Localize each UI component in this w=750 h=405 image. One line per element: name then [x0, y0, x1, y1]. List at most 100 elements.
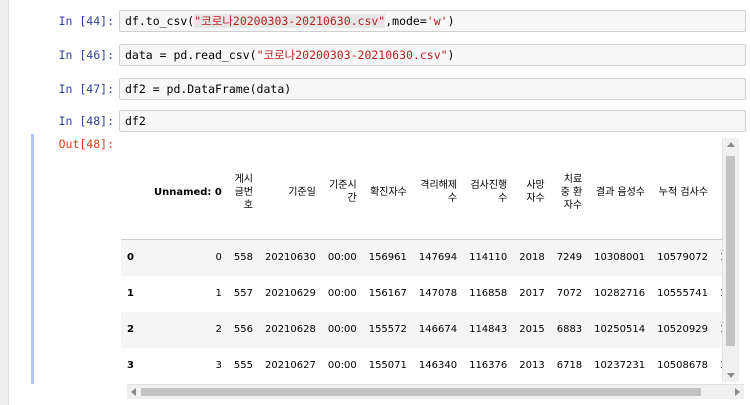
code-text: df.to_csv( [125, 14, 195, 28]
table-cell: 10237231 [594, 360, 646, 371]
table-cell: 146340 [418, 360, 458, 371]
horizontal-scrollbar[interactable] [127, 384, 744, 399]
notebook: In [44]: df.to_csv("코로나20200303-20210630… [8, 0, 750, 405]
table-cell: 00:00 [327, 252, 357, 264]
table-cell: 558 [233, 252, 253, 264]
table-cell: 2 [215, 324, 222, 335]
table-cell: 2015 [519, 324, 545, 335]
table-cell: 6883 [556, 324, 583, 335]
table-body: 0 0 558 20210630 00:00 156961 147694 114110 2018… [121, 239, 737, 384]
input-prompt: In [48]: [58, 114, 114, 128]
table-cell: 146674 [418, 324, 458, 335]
column-header: 결과 음성수 [595, 186, 646, 198]
column-header: 기준일 [288, 186, 316, 198]
column-header: 기준시간 [329, 180, 357, 204]
index-header [121, 145, 148, 240]
code-cell-47[interactable]: In [47]: df2 = pd.DataFrame(data) [9, 78, 750, 102]
column-header: 확진자수 [370, 186, 407, 198]
scroll-left-icon[interactable] [131, 388, 136, 396]
horizontal-scroll-thumb[interactable] [141, 388, 701, 396]
table-cell: 556 [233, 324, 253, 335]
column-header: 검사진행수 [470, 180, 508, 204]
table-cell: 7072 [556, 288, 583, 299]
code-text: data = pd.read_csv( [125, 48, 257, 62]
scroll-up-icon[interactable] [727, 142, 735, 147]
code-text: ) [447, 14, 455, 28]
output-prompt: Out[48]: [58, 137, 114, 151]
column-header: 격리해제 수 [420, 180, 458, 204]
code-text: df2 = pd.DataFrame(data) [125, 82, 292, 96]
code-string: 'w' [426, 14, 448, 28]
row-index: 1 [127, 288, 134, 299]
table-row: 2 2 556 20210628 00:00 155572 146674 114843 2015… [121, 311, 737, 348]
table-cell: 114843 [469, 324, 508, 335]
table-cell: 20210627 [264, 360, 316, 371]
table-cell: 555 [233, 360, 253, 371]
code-editor[interactable]: data = pd.read_csv("코로나20200303-20210630… [119, 44, 746, 66]
table-cell: 20210628 [264, 324, 316, 335]
code-editor[interactable]: df2 = pd.DataFrame(data) [119, 78, 746, 100]
table-row: 1 1 557 20210629 00:00 156167 147078 116858 2017… [121, 276, 737, 312]
input-prompt: In [44]: [58, 14, 114, 28]
table-cell: 00:00 [327, 360, 357, 371]
code-text: ,mode= [385, 14, 427, 28]
table-cell: 155572 [368, 324, 407, 335]
column-header: 치료중 환자수 [560, 173, 583, 211]
table-cell: 00:00 [327, 324, 357, 335]
table-cell: 116376 [469, 360, 508, 371]
table-cell: 10579072 [657, 252, 708, 264]
table-cell: 10520929 [657, 324, 708, 335]
table-cell: 2017 [519, 288, 545, 299]
column-header: Unnamed: 0 [153, 186, 222, 198]
row-index: 0 [127, 252, 134, 264]
scroll-right-icon[interactable] [735, 388, 740, 396]
table-cell: 116858 [469, 288, 508, 299]
code-cell-44[interactable]: In [44]: df.to_csv("코로나20200303-20210630… [9, 10, 750, 34]
code-cell-48[interactable]: In [48]: df2 [9, 110, 750, 134]
scroll-down-icon[interactable] [727, 373, 735, 378]
table-cell: 557 [233, 288, 253, 299]
code-editor[interactable]: df2 [119, 110, 746, 132]
code-text: ) [447, 48, 455, 62]
table-cell: 10308001 [594, 252, 646, 264]
input-prompt: In [47]: [58, 82, 114, 96]
column-header: 게시글번호 [234, 173, 253, 211]
input-prompt: In [46]: [58, 48, 114, 62]
table-cell: 00:00 [327, 288, 357, 299]
table-cell: 114110 [469, 252, 508, 264]
table-cell: 1 [215, 288, 222, 299]
table-cell: 147078 [418, 288, 458, 299]
table-cell: 0 [215, 252, 222, 264]
cell-selection-bar[interactable] [31, 134, 34, 384]
table-cell: 7249 [556, 252, 583, 264]
table-cell: 10508678 [657, 360, 708, 371]
table-cell: 6718 [556, 360, 583, 371]
vertical-scrollbar[interactable] [722, 138, 739, 382]
code-text: df2 [125, 114, 146, 128]
column-header: 사망자수 [526, 180, 545, 204]
row-index: 3 [127, 360, 134, 371]
table-cell: 20210629 [264, 288, 316, 299]
table-row: 3 3 555 20210627 00:00 155071 146340 116376 2013… [121, 348, 737, 384]
table-cell: 10282716 [594, 288, 646, 299]
table-cell: 147694 [418, 252, 458, 264]
code-string: "코로나20200303-20210630.csv" [256, 48, 448, 62]
code-string: "코로나20200303-20210630.csv" [194, 14, 386, 28]
table-cell: 155071 [368, 360, 407, 371]
table-cell: 20210630 [264, 252, 316, 264]
table-cell: 2013 [519, 360, 545, 371]
table-cell: 156167 [368, 288, 407, 299]
code-cell-46[interactable]: In [46]: data = pd.read_csv("코로나20200303… [9, 44, 750, 68]
vertical-scroll-thumb[interactable] [726, 156, 735, 346]
code-editor[interactable]: df.to_csv("코로나20200303-20210630.csv",mod… [119, 10, 746, 32]
row-index: 2 [127, 324, 134, 335]
column-header: 누적 검사수 [658, 186, 708, 198]
table-header-row: Unnamed: 0 게시글번호 기준일 기준시간 확진자수 격리해제 수 검사진행수 사망자… [121, 145, 737, 240]
table-cell: 10555741 [657, 288, 708, 299]
dataframe-table: Unnamed: 0 게시글번호 기준일 기준시간 확진자수 격리해제 수 검사진행수 사망자… [121, 145, 737, 383]
dataframe-output[interactable]: Unnamed: 0 게시글번호 기준일 기준시간 확진자수 격리해제 수 검사진행수 사망자… [117, 133, 737, 383]
table-cell: 3 [215, 360, 222, 371]
table-cell: 10250514 [594, 324, 646, 335]
table-cell: 156961 [368, 252, 407, 264]
table-row: 0 0 558 20210630 00:00 156961 147694 114110 2018… [121, 239, 737, 276]
